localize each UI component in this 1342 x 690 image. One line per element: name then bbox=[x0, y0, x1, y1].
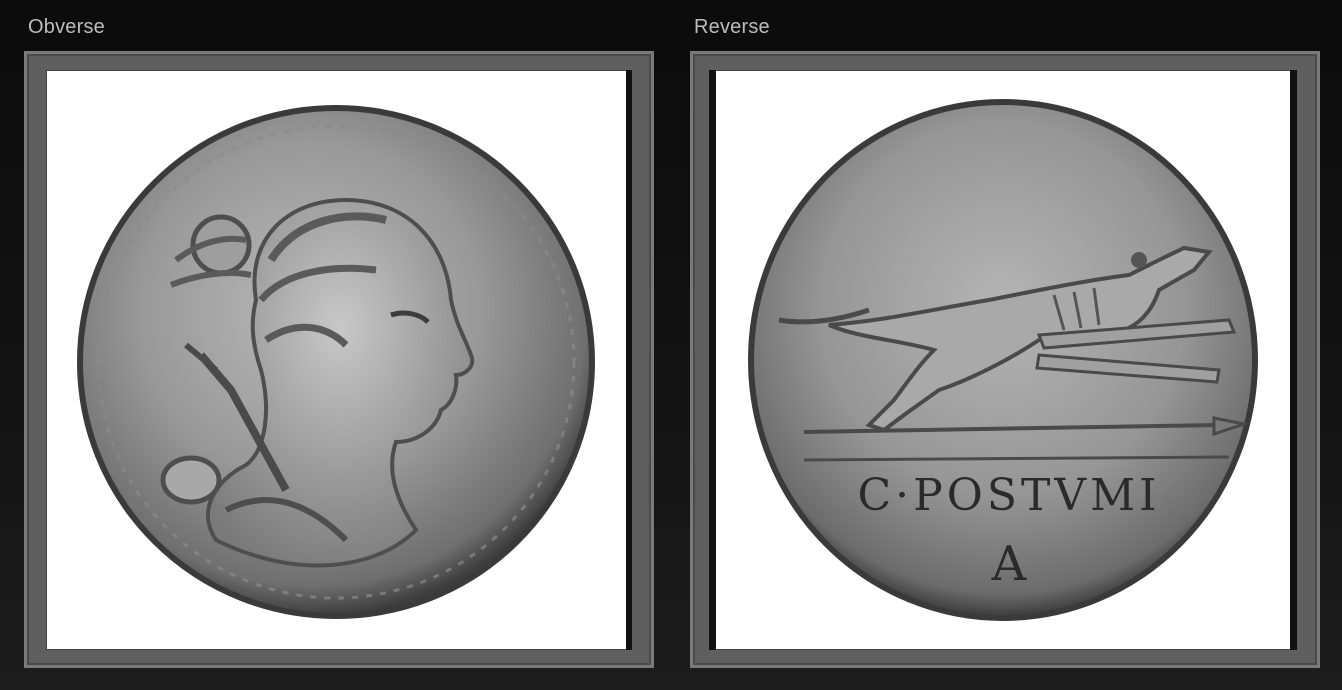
reverse-frame: C·POSTVMI A bbox=[690, 51, 1320, 668]
obverse-image-area[interactable] bbox=[46, 70, 632, 650]
obverse-label: Obverse bbox=[28, 16, 105, 38]
reverse-legend: C·POSTVMI bbox=[857, 470, 1160, 521]
obverse-frame bbox=[24, 51, 654, 668]
obverse-coin-image bbox=[77, 105, 595, 619]
reverse-image-area[interactable]: C·POSTVMI A bbox=[709, 70, 1297, 650]
reverse-coin-image: C·POSTVMI A bbox=[748, 99, 1258, 621]
reverse-label: Reverse bbox=[694, 16, 770, 38]
reverse-control-mark: A bbox=[991, 536, 1028, 592]
